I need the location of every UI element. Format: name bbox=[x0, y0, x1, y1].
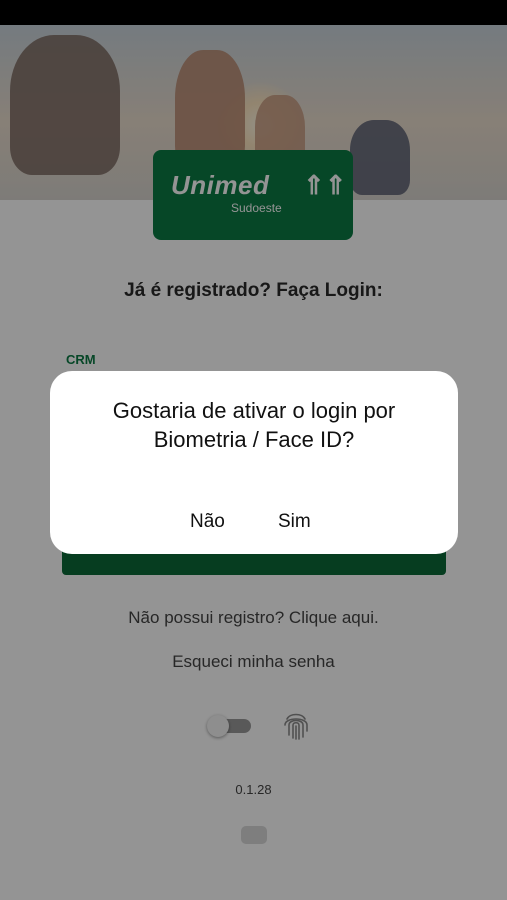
status-bar bbox=[0, 0, 507, 25]
dialog-no-button[interactable]: Não bbox=[190, 511, 225, 533]
dialog-yes-button[interactable]: Sim bbox=[278, 511, 311, 533]
dialog-message: Gostaria de ativar o login por Biometria… bbox=[112, 398, 396, 452]
biometrics-dialog: Gostaria de ativar o login por Biometria… bbox=[50, 371, 458, 554]
